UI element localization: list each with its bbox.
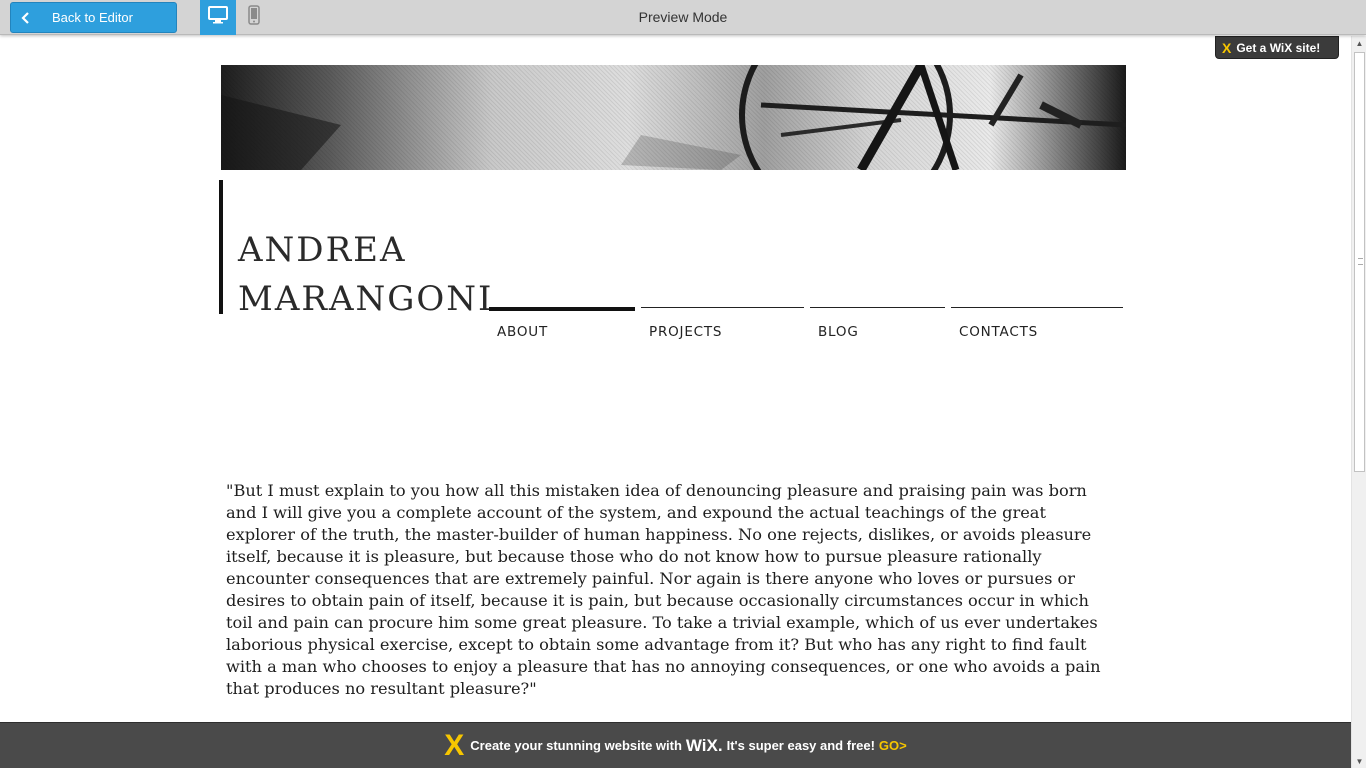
nav-item-label: ABOUT <box>497 324 549 340</box>
nav-item-label: CONTACTS <box>959 324 1038 340</box>
promo-text-before: Create your stunning website with <box>470 738 682 753</box>
about-quote-text: "But I must explain to you how all this … <box>226 481 1101 698</box>
site-title: ANDREA MARANGONI <box>238 226 494 324</box>
promo-brand: WiX. <box>685 735 723 755</box>
nav-divider <box>951 307 1123 308</box>
wix-logo-icon: X <box>444 728 465 762</box>
scroll-up-arrow-icon[interactable]: ▲ <box>1352 36 1366 50</box>
promo-content: X Create your stunning website with WiX.… <box>444 728 907 762</box>
preview-toolbar: Back to Editor Preview Mode <box>0 0 1366 35</box>
get-wix-site-label: Get a WiX site! <box>1236 40 1321 55</box>
nav-item-about[interactable]: ABOUT <box>489 307 635 347</box>
site-canvas: X Get a WiX site! ANDREA MARANGONI ABOUT… <box>0 36 1351 768</box>
nav-item-contacts[interactable]: CONTACTS <box>951 307 1123 347</box>
nav-divider <box>810 307 945 308</box>
header-image <box>221 65 1126 170</box>
nav-item-projects[interactable]: PROJECTS <box>641 307 804 347</box>
wix-logo-icon: X <box>1222 39 1232 56</box>
scrollbar-grip-icon <box>1358 258 1363 265</box>
promo-go-link[interactable]: GO> <box>879 738 907 753</box>
vertical-scrollbar[interactable]: ▲ ▼ <box>1351 36 1366 768</box>
nav-item-label: BLOG <box>818 324 859 340</box>
preview-mode-title: Preview Mode <box>638 9 728 25</box>
site-title-line1: ANDREA <box>238 230 407 270</box>
nav-item-blog[interactable]: BLOG <box>810 307 945 347</box>
site-title-line2: MARANGONI <box>238 279 494 319</box>
get-wix-site-badge[interactable]: X Get a WiX site! <box>1215 36 1339 59</box>
promo-text-after: It's super easy and free! <box>726 738 875 753</box>
nav-divider <box>641 307 804 308</box>
wix-promo-banner[interactable]: X Create your stunning website with WiX.… <box>0 722 1351 768</box>
title-accent-bar <box>219 180 223 314</box>
nav-active-indicator <box>489 307 635 311</box>
nav-item-label: PROJECTS <box>649 324 723 340</box>
scroll-down-arrow-icon[interactable]: ▼ <box>1352 754 1366 768</box>
scrollbar-thumb[interactable] <box>1354 52 1365 472</box>
